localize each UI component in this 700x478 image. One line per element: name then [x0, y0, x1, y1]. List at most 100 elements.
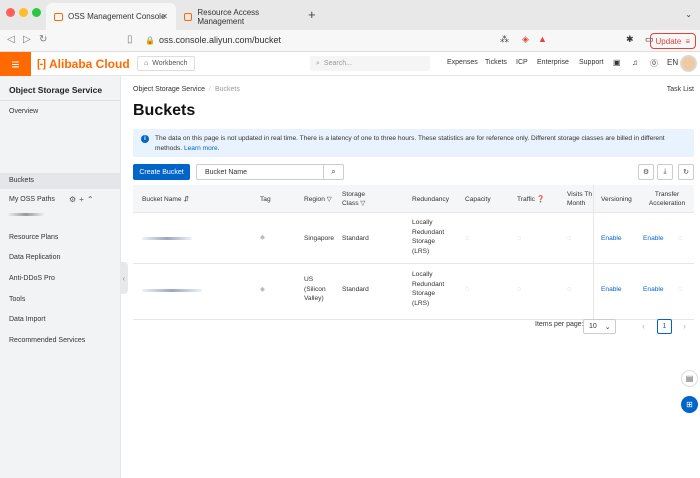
help-icon[interactable]: ❓ [537, 196, 545, 203]
workbench-button[interactable]: ⌂ Workbench [137, 56, 195, 71]
back-icon[interactable]: ◁ [7, 34, 15, 45]
feedback-chat-icon[interactable]: ▤ [681, 370, 698, 387]
redundancy-line: Redundant [412, 280, 445, 288]
cloud-shell-icon[interactable]: ▣ [613, 58, 621, 67]
help-icon[interactable]: ⓪ [650, 58, 658, 69]
bucket-name-link[interactable] [142, 237, 192, 240]
close-window-button[interactable] [6, 8, 15, 17]
region-line: (Silicon [304, 285, 326, 293]
redundancy-line: Locally [412, 271, 433, 278]
bucket-name-search[interactable]: Bucket Name ⌕ [196, 164, 344, 180]
update-button[interactable]: Update ≡ [649, 33, 696, 49]
lock-icon: 🔒 [145, 36, 155, 45]
page-number-current[interactable]: 1 [657, 319, 672, 334]
col-bucket-name[interactable]: Bucket Name ⇵ [142, 195, 189, 204]
extensions-icon[interactable]: ✱ [626, 34, 634, 45]
sidebar-title: Object Storage Service [9, 85, 103, 95]
col-region-label: Region [304, 196, 325, 203]
sidebar-item-recommended-services[interactable]: Recommended Services [9, 337, 85, 344]
region-cell: Singapore [304, 235, 335, 242]
learn-more-link[interactable]: Learn more. [184, 145, 220, 152]
sidebar-item-data-replication[interactable]: Data Replication [9, 254, 60, 261]
notification-bell-icon[interactable]: ♫ [632, 58, 638, 67]
browser-tab-oss[interactable]: OSS Management Console ✕ [46, 3, 176, 30]
col-visits-line1: Visits Th [567, 191, 593, 198]
chevron-down-icon: ⌄ [604, 323, 611, 331]
versioning-enable-link[interactable]: Enable [601, 285, 622, 295]
notice-text: The data on this page is not updated in … [155, 135, 665, 152]
versioning-enable-link[interactable]: Enable [601, 234, 622, 244]
col-storage-class-line1: Storage [342, 191, 366, 198]
minimize-window-button[interactable] [19, 8, 28, 17]
maximize-window-button[interactable] [32, 8, 41, 17]
oss-paths-controls[interactable]: ⚙+⌃ [69, 195, 97, 204]
nav-icp[interactable]: ICP [516, 59, 528, 66]
redundancy-line: Storage [412, 290, 436, 297]
nav-enterprise[interactable]: Enterprise [537, 59, 569, 66]
breadcrumb-root[interactable]: Object Storage Service [133, 86, 205, 93]
region-line: US [304, 276, 314, 283]
sidebar-item-overview[interactable]: Overview [9, 108, 38, 115]
tag-icon[interactable]: ◆ [260, 233, 265, 243]
tag-icon[interactable]: ◆ [260, 285, 265, 295]
translate-icon[interactable]: ⁂ [500, 34, 509, 45]
url-text: oss.console.aliyun.com/bucket [158, 35, 282, 45]
breadcrumb: Object Storage Service / Buckets [133, 86, 240, 93]
bookmark-icon[interactable]: ▯ [127, 34, 133, 45]
sidebar-item-buckets[interactable]: Buckets [9, 177, 34, 184]
sidebar-item-tools[interactable]: Tools [9, 296, 25, 303]
menu-icon: ≡ [685, 36, 690, 46]
redundancy-cell: Locally Redundant Storage (LRS) [412, 270, 444, 308]
brave-shield-icon[interactable]: ◈ [522, 34, 529, 45]
filter-icon[interactable]: ▽ [327, 196, 332, 203]
transfer-enable-link[interactable]: Enable [643, 285, 664, 295]
sidebar-item-resource-plans[interactable]: Resource Plans [9, 234, 58, 241]
language-switch[interactable]: EN [667, 58, 678, 67]
sidebar-collapse-handle[interactable]: ‹ [120, 262, 128, 294]
apps-grid-icon[interactable]: ⊞ [681, 396, 698, 413]
alibaba-cloud-logo[interactable]: [-] Alibaba Cloud [37, 57, 130, 71]
col-bucket-name-label: Bucket Name [142, 196, 182, 203]
redundancy-cell: Locally Redundant Storage (LRS) [412, 218, 444, 256]
logo-text: Alibaba Cloud [49, 57, 130, 71]
sidebar-item-data-import[interactable]: Data Import [9, 316, 46, 323]
hamburger-menu-icon[interactable]: ≡ [0, 52, 31, 76]
transfer-enable-link[interactable]: Enable [643, 234, 664, 244]
close-tab-icon[interactable]: ✕ [161, 12, 168, 21]
search-placeholder: Search... [323, 60, 352, 67]
transfer-loading-icon: ◌ [678, 286, 683, 293]
sort-icon[interactable]: ⇵ [183, 196, 189, 203]
tab-menu-chevron-icon[interactable]: ⌄ [685, 10, 692, 19]
next-page-icon[interactable]: › [683, 321, 686, 331]
oss-path-entry[interactable] [8, 213, 44, 216]
forward-icon[interactable]: ▷ [23, 34, 31, 45]
avatar[interactable] [680, 55, 697, 72]
address-bar[interactable]: 🔒 oss.console.aliyun.com/bucket [145, 35, 281, 45]
create-bucket-button[interactable]: Create Bucket [133, 164, 190, 180]
region-cell: US (Silicon Valley) [304, 275, 326, 304]
browser-tab-ram[interactable]: Resource Access Management [176, 3, 306, 30]
page-title: Buckets [133, 102, 196, 119]
settings-gear-icon[interactable]: ⚙ [638, 164, 654, 180]
update-label: Update [655, 36, 682, 46]
filter-icon[interactable]: ▽ [360, 200, 365, 207]
nav-tickets[interactable]: Tickets [485, 59, 507, 66]
task-list-link[interactable]: Task List [667, 86, 694, 93]
nav-expenses[interactable]: Expenses [447, 59, 478, 66]
bucket-name-input[interactable]: Bucket Name [197, 169, 323, 176]
search-input[interactable]: ⌕ Search... [310, 56, 430, 71]
refresh-icon[interactable]: ↻ [678, 164, 694, 180]
reload-icon[interactable]: ↻ [39, 34, 47, 45]
brave-rewards-icon[interactable]: ▲ [538, 34, 547, 44]
sidebar-item-my-oss-paths[interactable]: My OSS Paths [9, 196, 55, 203]
nav-support[interactable]: Support [579, 59, 604, 66]
new-tab-button[interactable]: + [308, 7, 316, 22]
download-icon[interactable]: ⤓ [657, 164, 673, 180]
search-icon[interactable]: ⌕ [323, 165, 343, 179]
sidebar-item-anti-ddos-pro[interactable]: Anti-DDoS Pro [9, 275, 55, 282]
items-per-page-select[interactable]: 10 ⌄ [583, 319, 616, 334]
alibaba-logo-mark-icon: [-] [37, 58, 46, 70]
col-redundancy: Redundancy [412, 196, 450, 203]
prev-page-icon[interactable]: ‹ [642, 321, 645, 331]
bucket-name-link[interactable] [142, 289, 202, 292]
